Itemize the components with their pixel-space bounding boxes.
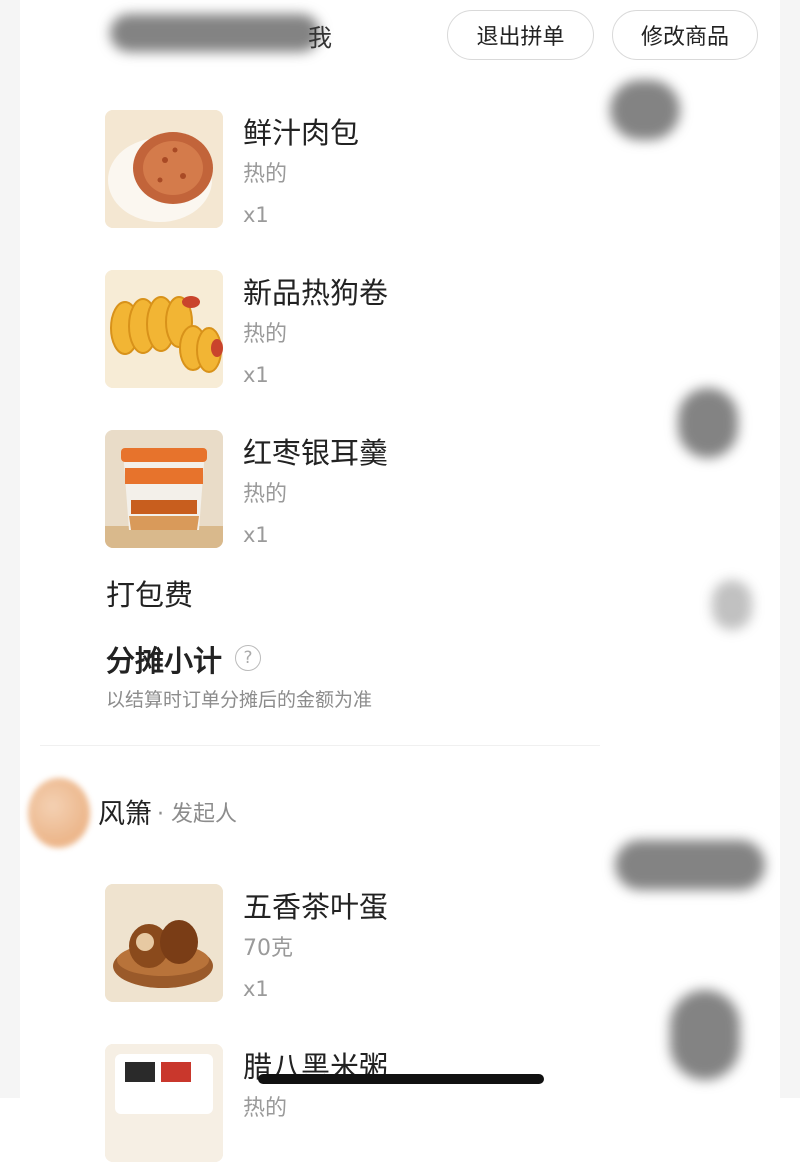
- packaging-fee-label: 打包费: [106, 578, 194, 612]
- redaction-scribble: [678, 388, 738, 458]
- section-divider: [40, 745, 600, 746]
- cart-item: 红枣银耳羹 热的 x1: [105, 430, 665, 550]
- item-spec: 70克: [243, 936, 293, 961]
- item-name: 鲜汁肉包: [243, 116, 360, 150]
- right-gutter: [778, 0, 800, 1098]
- split-subtotal-label: 分摊小计: [106, 644, 223, 678]
- item-spec: 热的: [243, 482, 288, 507]
- item-spec: 热的: [243, 322, 288, 347]
- jujube-soup-cup-image: [105, 430, 223, 548]
- item-quantity: x1: [243, 523, 269, 547]
- subtotal-note: 以结算时订单分摊后的金额为准: [106, 689, 373, 711]
- item-quantity: x1: [243, 203, 269, 227]
- edit-items-button[interactable]: 修改商品: [612, 10, 758, 60]
- member-role: · 发起人: [157, 802, 237, 827]
- group-order-page: 我 退出拼单 修改商品 鲜汁肉包 热的 x1 新品热狗卷 热的 x1 红枣银耳羹…: [0, 0, 800, 1162]
- hotdog-roll-image: [105, 270, 223, 388]
- cart-item: 五香茶叶蛋 70克 x1: [105, 884, 665, 1004]
- exit-group-order-button[interactable]: 退出拼单: [447, 10, 594, 60]
- item-quantity: x1: [243, 363, 269, 387]
- item-spec: 热的: [243, 1096, 288, 1121]
- tea-egg-image: [105, 884, 223, 1002]
- redaction-scribble: [712, 580, 752, 630]
- redaction-scribble: [610, 80, 680, 140]
- item-name: 新品热狗卷: [243, 276, 389, 310]
- help-icon[interactable]: ?: [235, 645, 261, 671]
- left-gutter: [0, 0, 22, 1098]
- member-name: 风箫: [98, 799, 152, 830]
- black-rice-porridge-image: [105, 1044, 223, 1162]
- avatar: [28, 778, 90, 848]
- cart-item: 新品热狗卷 热的 x1: [105, 270, 665, 390]
- item-name: 五香茶叶蛋: [243, 890, 389, 924]
- meat-bun-image: [105, 110, 223, 228]
- cart-item: 腊八黑米粥 热的: [105, 1044, 665, 1164]
- home-indicator[interactable]: [258, 1074, 544, 1084]
- item-quantity: x1: [243, 977, 269, 1001]
- participant-name: 我: [308, 24, 332, 52]
- item-name: 红枣银耳羹: [243, 436, 389, 470]
- redaction-scribble: [615, 840, 765, 890]
- cart-item: 鲜汁肉包 热的 x1: [105, 110, 665, 230]
- item-spec: 热的: [243, 162, 288, 187]
- redaction-scribble: [670, 990, 740, 1080]
